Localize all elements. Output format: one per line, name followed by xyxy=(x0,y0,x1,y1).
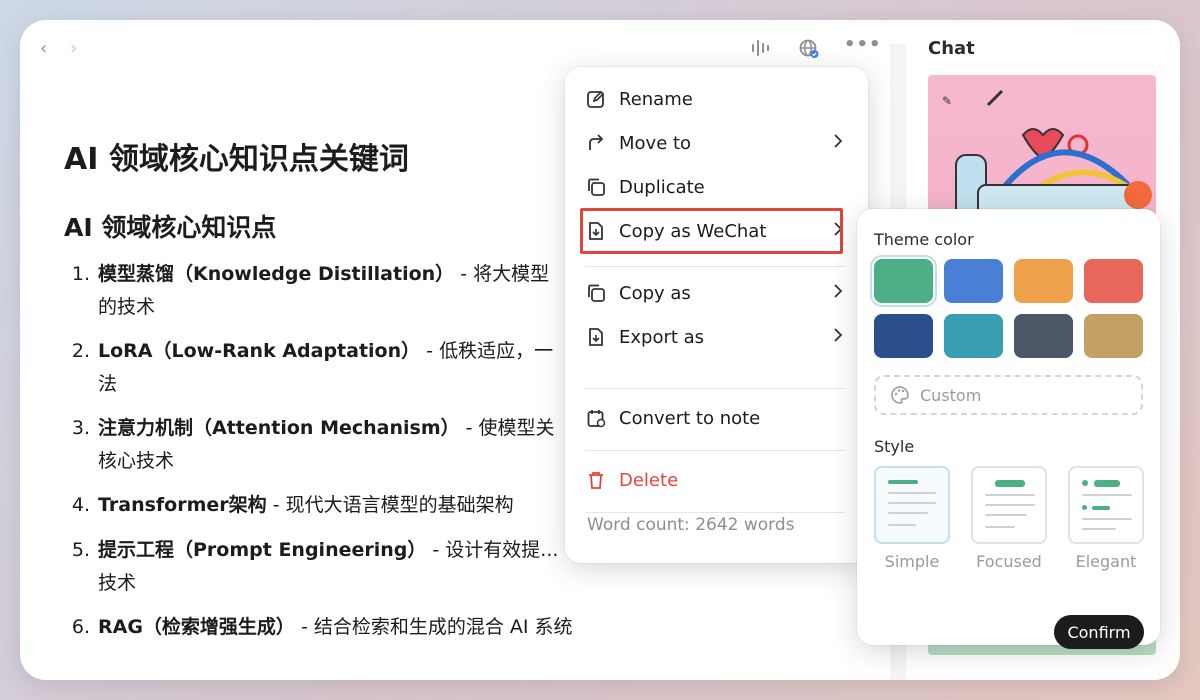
style-card-simple[interactable] xyxy=(874,466,950,544)
menu-rename-label: Rename xyxy=(619,88,693,110)
list-desc: - 设计有效提... xyxy=(426,539,559,561)
menu-duplicate-label: Duplicate xyxy=(619,176,705,198)
list-number: 5. xyxy=(71,539,90,561)
theme-color-label: Theme color xyxy=(874,230,974,249)
style-name-focused: Focused xyxy=(976,552,1042,571)
menu-convert-to-note-label: Convert to note xyxy=(619,407,761,429)
custom-color-label: Custom xyxy=(920,385,982,405)
menu-delete-label: Delete xyxy=(619,469,679,491)
color-swatch-green[interactable] xyxy=(870,255,937,307)
style-card-focused[interactable] xyxy=(971,466,1047,544)
color-swatch-teal[interactable] xyxy=(944,314,1003,358)
doc-heading: AI 领域核心知识点 xyxy=(64,213,277,242)
list-number: 1. xyxy=(71,263,90,285)
context-menu: Rename Move to Duplicate Copy as WeChat … xyxy=(565,67,868,563)
menu-move-to[interactable]: Move to xyxy=(585,124,845,162)
color-swatch-navy[interactable] xyxy=(874,314,933,358)
edit-icon xyxy=(585,88,607,110)
calendar-note-icon xyxy=(585,407,607,429)
menu-copy-as-label: Copy as xyxy=(619,282,691,304)
wechat-style-panel: Theme color Custom Style Simple Focused … xyxy=(857,209,1160,649)
menu-separator xyxy=(585,266,845,267)
list-desc: - 使模型关 xyxy=(459,417,555,439)
list-number: 3. xyxy=(71,417,90,439)
word-count: Word count: 2642 words xyxy=(587,515,795,535)
list-desc: - 现代大语言模型的基础架构 xyxy=(266,494,514,516)
color-swatch-red[interactable] xyxy=(1084,259,1143,303)
chevron-right-icon xyxy=(833,327,843,348)
confirm-button[interactable]: Confirm xyxy=(1054,615,1144,649)
chevron-right-icon xyxy=(833,283,843,304)
palette-icon xyxy=(890,385,910,405)
menu-export-as-label: Export as xyxy=(619,326,705,348)
back-icon[interactable]: ‹ xyxy=(40,40,47,58)
list-term: LoRA（Low-Rank Adaptation） xyxy=(98,340,421,362)
list-term: 模型蒸馏（Knowledge Distillation） xyxy=(98,263,455,285)
menu-convert-to-note[interactable]: Convert to note xyxy=(585,399,845,437)
list-term: RAG（检索增强生成） xyxy=(98,616,295,638)
export-icon xyxy=(585,326,607,348)
menu-separator xyxy=(585,512,845,513)
menu-duplicate[interactable]: Duplicate xyxy=(585,168,845,206)
menu-export-as[interactable]: Export as xyxy=(585,318,845,356)
style-name-elegant: Elegant xyxy=(1075,552,1137,571)
style-card-elegant[interactable] xyxy=(1068,466,1144,544)
svg-text:✎: ✎ xyxy=(942,94,952,108)
duplicate-icon xyxy=(585,176,607,198)
menu-separator xyxy=(585,388,845,389)
doc-title: AI 领域核心知识点关键词 xyxy=(64,142,409,177)
chat-label: Chat xyxy=(928,38,975,59)
menu-delete[interactable]: Delete xyxy=(585,461,845,499)
list-desc: - 低秩适应，一 xyxy=(420,340,554,362)
style-name-simple: Simple xyxy=(884,552,940,571)
menu-separator xyxy=(585,450,845,451)
list-term: 提示工程（Prompt Engineering） xyxy=(98,539,427,561)
menu-copy-as[interactable]: Copy as xyxy=(585,274,845,312)
menu-rename[interactable]: Rename xyxy=(585,80,845,118)
copy-icon xyxy=(585,282,607,304)
list-term: Transformer架构 xyxy=(98,494,267,516)
list-term: 注意力机制（Attention Mechanism） xyxy=(98,417,460,439)
highlight-box xyxy=(580,208,843,254)
color-swatch-slate[interactable] xyxy=(1014,314,1073,358)
list-number: 4. xyxy=(71,494,90,516)
list-desc: - 将大模型 xyxy=(454,263,550,285)
trash-icon xyxy=(585,469,607,491)
list-number: 2. xyxy=(71,340,90,362)
list-number: 6. xyxy=(71,616,90,638)
chevron-right-icon xyxy=(833,133,843,154)
list-cont: 技术 xyxy=(98,572,137,594)
list-desc: - 结合检索和生成的混合 AI 系统 xyxy=(294,616,573,638)
custom-color-button[interactable]: Custom xyxy=(874,375,1143,415)
color-swatch-orange[interactable] xyxy=(1014,259,1073,303)
menu-move-to-label: Move to xyxy=(619,132,692,154)
style-label: Style xyxy=(874,437,915,456)
color-swatch-blue[interactable] xyxy=(944,259,1003,303)
move-arrow-icon xyxy=(585,132,607,154)
color-swatch-gold[interactable] xyxy=(1084,314,1143,358)
list-item: 6. RAG（检索增强生成） - 结合检索和生成的混合 AI 系统 xyxy=(64,611,904,644)
app-window: ‹ › ••• AI 领域核心知识点关键词 AI 领域核心知识点 1. 模型蒸馏（… xyxy=(20,20,1180,680)
